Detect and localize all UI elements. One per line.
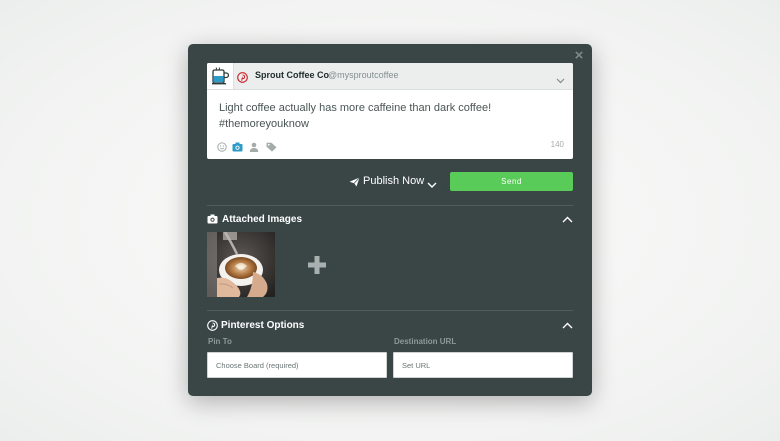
chevron-down-icon[interactable] [556, 71, 565, 89]
emoji-icon[interactable] [217, 139, 227, 157]
close-icon[interactable]: × [573, 48, 585, 63]
profile-handle: @mysproutcoffee [328, 70, 399, 80]
coffee-cup-logo-icon [207, 63, 234, 89]
publish-label: Publish Now [363, 175, 425, 187]
profile-name: Sprout Coffee Co [255, 70, 329, 80]
publish-row: Publish Now Send [188, 172, 592, 192]
paper-plane-icon [349, 176, 360, 192]
camera-icon[interactable] [232, 139, 243, 157]
destination-url-label: Destination URL [394, 337, 457, 346]
destination-url-field[interactable] [393, 352, 573, 378]
send-button[interactable]: Send [450, 172, 573, 191]
chevron-down-icon [427, 178, 437, 194]
choose-board-field[interactable] [207, 352, 387, 378]
pinterest-icon [237, 70, 248, 88]
message-text[interactable]: Light coffee actually has more caffeine … [219, 100, 559, 132]
pin-to-label: Pin To [208, 337, 232, 346]
section-title: Attached Images [222, 214, 303, 225]
profile-selector[interactable]: Sprout Coffee Co @mysproutcoffee [207, 63, 573, 90]
chevron-up-icon[interactable] [562, 321, 573, 332]
pinterest-options-header: Pinterest Options [207, 319, 573, 333]
message-line: Light coffee actually has more caffeine … [219, 102, 492, 114]
message-hashtag: #themoreyouknow [219, 118, 309, 130]
user-tag-icon[interactable] [249, 139, 259, 157]
divider [207, 205, 573, 206]
divider [207, 310, 573, 311]
attached-image-latte[interactable] [207, 232, 275, 297]
character-count: 140 [550, 140, 564, 149]
compose-modal: × Sprout Coffee Co @mysproutcoffee Light… [188, 44, 592, 396]
section-title: Pinterest Options [221, 320, 305, 331]
message-composer: Sprout Coffee Co @mysproutcoffee Light c… [207, 63, 573, 159]
chevron-up-icon[interactable] [562, 215, 573, 226]
attached-images-header: Attached Images [207, 213, 573, 227]
add-image-button[interactable] [307, 255, 327, 275]
tag-icon[interactable] [266, 139, 277, 157]
camera-icon [207, 214, 218, 227]
pinterest-icon [207, 320, 218, 334]
